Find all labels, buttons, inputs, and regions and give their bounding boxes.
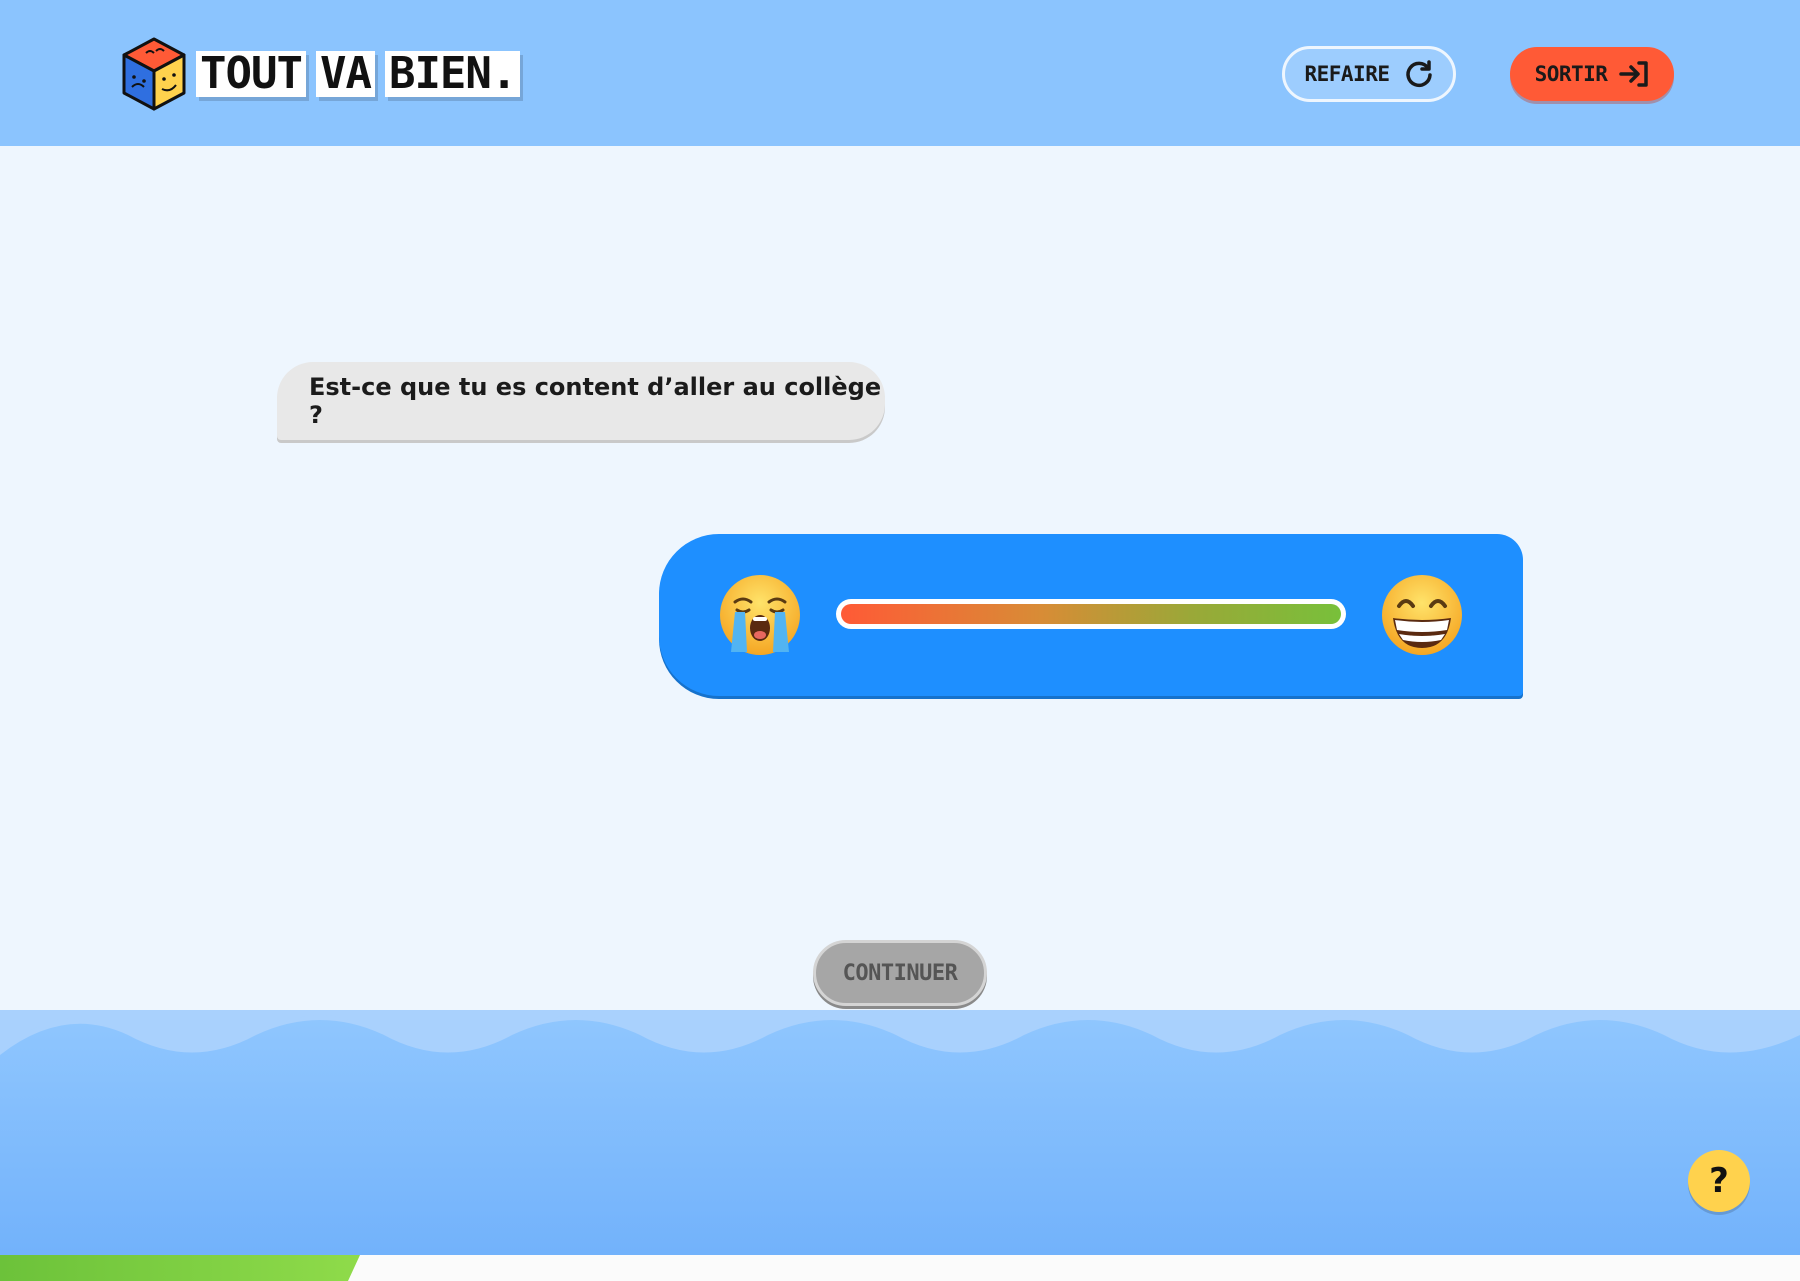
continuer-button[interactable]: CONTINUER	[813, 940, 987, 1006]
wave-decoration	[0, 1010, 1800, 1255]
grinning-face-icon	[1382, 575, 1462, 655]
refaire-button[interactable]: REFAIRE	[1282, 46, 1456, 102]
question-text: Est-ce que tu es content d’aller au coll…	[309, 373, 882, 429]
header-bar: TOUT VA BIEN. REFAIRE SORTIR	[0, 0, 1800, 146]
logo-word-1: TOUT	[196, 51, 306, 97]
sortir-button[interactable]: SORTIR	[1510, 47, 1674, 101]
refresh-icon	[1405, 60, 1432, 88]
question-bubble: Est-ce que tu es content d’aller au coll…	[277, 362, 885, 440]
progress-fill	[0, 1255, 360, 1281]
logo[interactable]: TOUT VA BIEN.	[122, 36, 530, 112]
exit-icon	[1619, 61, 1649, 87]
mood-slider[interactable]	[836, 599, 1346, 629]
logo-word-3: BIEN.	[384, 51, 521, 97]
loudly-crying-face-icon	[720, 575, 800, 655]
logo-cube-icon	[122, 37, 186, 111]
refaire-label: REFAIRE	[1304, 62, 1390, 86]
sortir-label: SORTIR	[1534, 62, 1608, 86]
help-label: ?	[1709, 1161, 1729, 1201]
logo-wordmark: TOUT VA BIEN.	[196, 51, 530, 97]
continuer-label: CONTINUER	[842, 960, 958, 986]
mood-slider-track	[841, 604, 1341, 624]
answer-bubble	[659, 534, 1523, 696]
help-button[interactable]: ?	[1688, 1150, 1750, 1212]
logo-word-2: VA	[315, 51, 375, 97]
